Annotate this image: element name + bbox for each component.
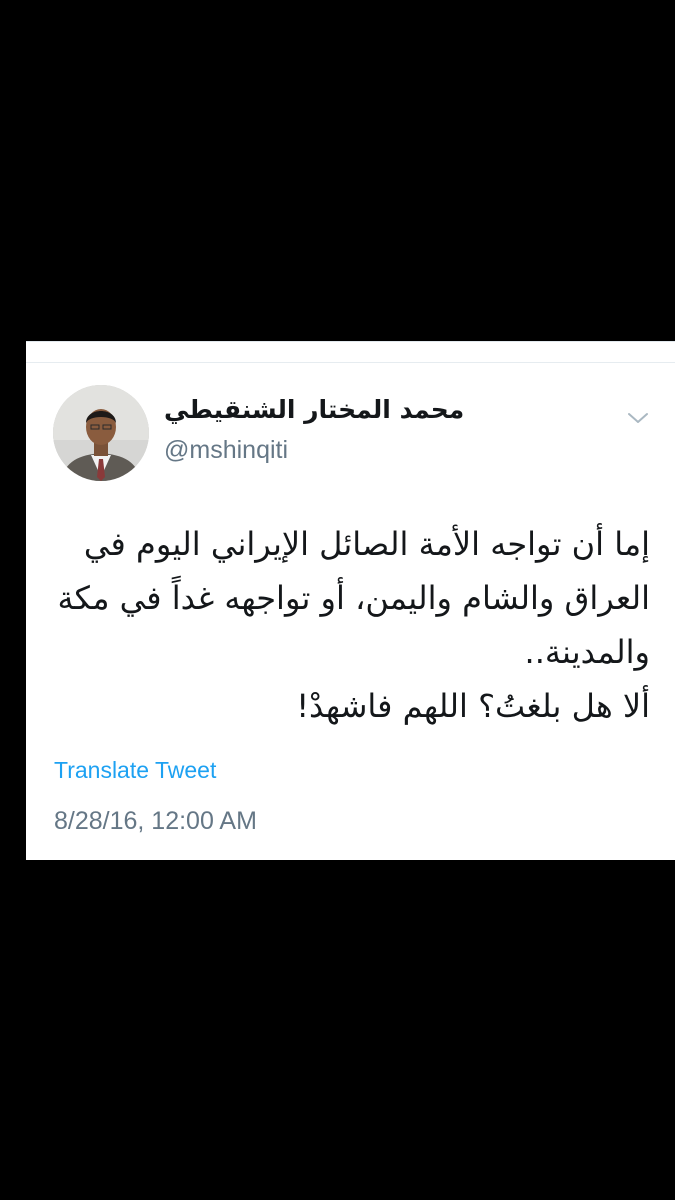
avatar-photo xyxy=(53,385,149,481)
tweet-text: إما أن تواجه الأمة الصائل الإيراني اليوم… xyxy=(54,517,650,733)
tweet-timestamp: 8/28/16, 12:00 AM xyxy=(54,807,257,835)
tweet-text-line: والمدينة.. xyxy=(524,633,650,671)
avatar[interactable] xyxy=(53,385,149,481)
tweet-card: محمد المختار الشنقيطي @mshinqiti إما أن … xyxy=(26,341,675,860)
tweet-text-line: العراق والشام واليمن، أو تواجهه غداً في … xyxy=(57,579,650,617)
author-name[interactable]: محمد المختار الشنقيطي xyxy=(164,395,464,424)
tweet-text-line: ألا هل بلغتُ؟ اللهم فاشهدْ! xyxy=(296,687,650,725)
divider xyxy=(26,362,675,363)
chevron-down-icon[interactable] xyxy=(626,410,650,426)
author-handle[interactable]: @mshinqiti xyxy=(164,436,288,465)
tweet-text-line: إما أن تواجه الأمة الصائل الإيراني اليوم… xyxy=(83,525,650,563)
translate-tweet-link[interactable]: Translate Tweet xyxy=(54,757,216,784)
